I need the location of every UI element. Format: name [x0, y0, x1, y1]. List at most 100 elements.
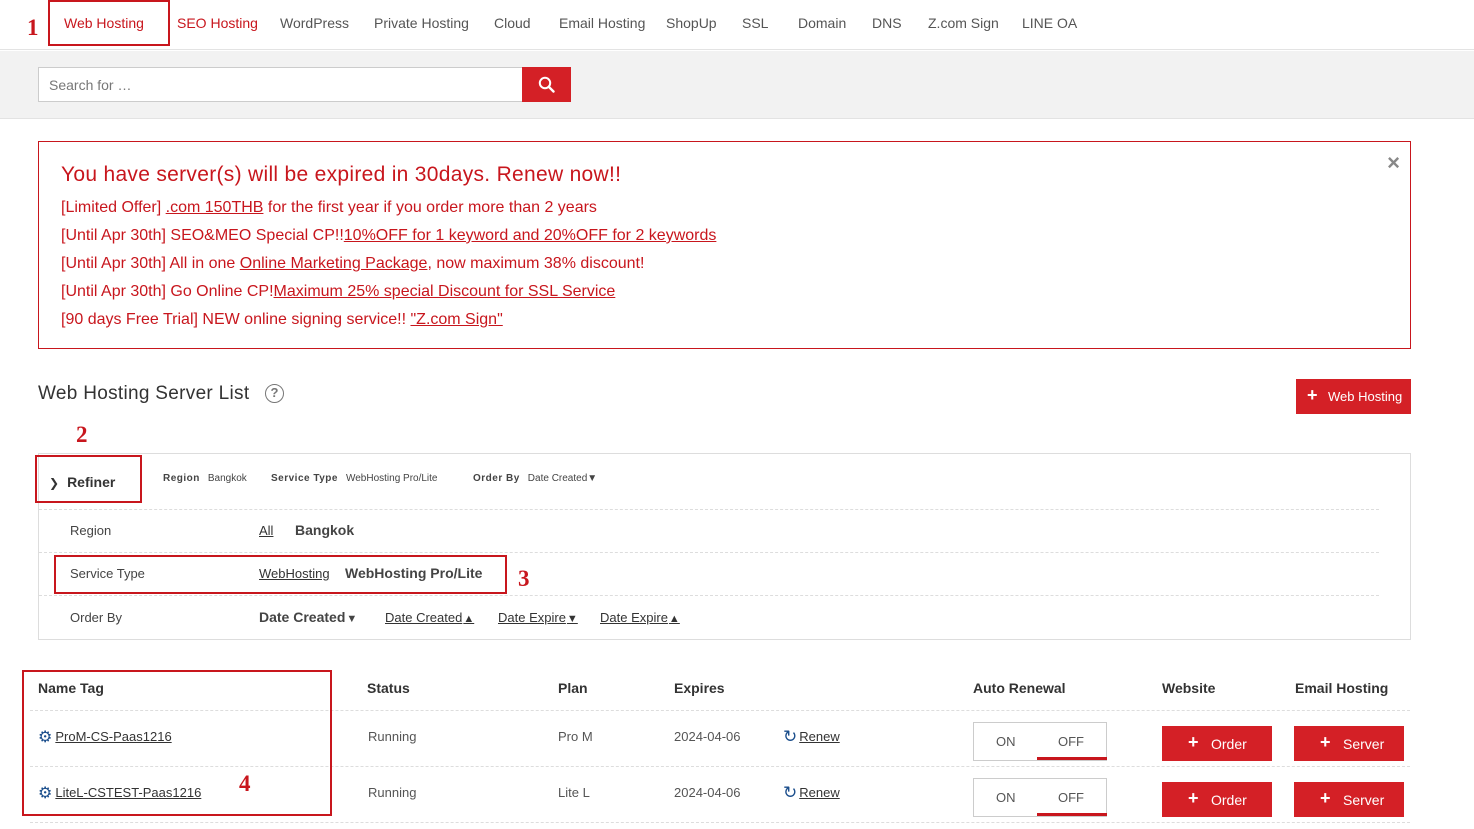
plus-icon: + — [1188, 788, 1199, 808]
nav-zcom-sign[interactable]: Z.com Sign — [928, 15, 999, 31]
annotation-number-4: 4 — [239, 771, 251, 796]
column-header-plan: Plan — [558, 680, 588, 696]
column-header-expires: Expires — [674, 680, 725, 696]
service-option-webhosting-pro-lite[interactable]: WebHosting Pro/Lite — [345, 565, 482, 581]
annotation-number-2: 2 — [76, 422, 88, 447]
nav-private-hosting[interactable]: Private Hosting — [374, 15, 469, 31]
nav-shopup[interactable]: ShopUp — [666, 15, 717, 31]
alert-line-text: [90 days Free Trial] NEW online signing … — [61, 311, 411, 328]
alert-line-2: [Until Apr 30th] SEO&MEO Special CP!!10%… — [61, 227, 716, 245]
auto-renewal-off[interactable]: OFF — [1058, 790, 1084, 805]
column-header-website: Website — [1162, 680, 1216, 696]
summary-region: Region Bangkok — [163, 473, 247, 484]
auto-renewal-on[interactable]: ON — [996, 790, 1016, 805]
service-option-webhosting[interactable]: WebHosting — [259, 566, 330, 581]
service-type-label: Service Type — [70, 566, 145, 581]
chevron-down-icon: ❯ — [49, 476, 60, 490]
server-name-link[interactable]: ⚙ ProM-CS-Paas1216 — [38, 727, 172, 747]
region-label: Region — [70, 523, 112, 538]
plan-cell: Lite L — [558, 785, 590, 800]
summary-order-by: Order By Date Created▼ — [473, 473, 597, 484]
order-by-label: Order By — [70, 610, 123, 625]
help-icon[interactable]: ? — [265, 384, 284, 403]
alert-line-4: [Until Apr 30th] Go Online CP!Maximum 25… — [61, 283, 615, 301]
nav-dns[interactable]: DNS — [872, 15, 902, 31]
nav-email-hosting[interactable]: Email Hosting — [559, 15, 645, 31]
expires-cell: 2024-04-06 — [674, 729, 741, 744]
divider — [39, 595, 1379, 596]
alert-line-text: , now maximum 38% discount! — [427, 255, 645, 272]
divider — [30, 822, 1410, 823]
website-order-button[interactable]: + Order — [1162, 782, 1272, 817]
order-date-created-asc[interactable]: Date Created — [385, 610, 474, 625]
alert-line-5: [90 days Free Trial] NEW online signing … — [61, 311, 503, 329]
column-header-status: Status — [367, 680, 410, 696]
search-bar — [0, 51, 1474, 119]
alert-link-ssl-discount[interactable]: Maximum 25% special Discount for SSL Ser… — [274, 283, 616, 300]
status-cell: Running — [368, 729, 417, 744]
alert-link-marketing-package[interactable]: Online Marketing Package — [240, 255, 428, 272]
summary-key: Service Type — [271, 473, 338, 484]
annotation-number-3: 3 — [518, 566, 530, 591]
auto-renewal-toggle: ON OFF — [973, 778, 1107, 817]
add-web-hosting-label: Web Hosting — [1328, 389, 1403, 404]
auto-renewal-toggle: ON OFF — [973, 722, 1107, 761]
close-icon[interactable]: × — [1387, 150, 1400, 176]
order-label: Order — [1211, 792, 1247, 808]
alert-link-zcom-sign[interactable]: "Z.com Sign" — [410, 311, 502, 328]
website-order-button[interactable]: + Order — [1162, 726, 1272, 761]
nav-web-hosting[interactable]: Web Hosting — [64, 15, 144, 31]
divider — [39, 509, 1379, 510]
nav-cloud[interactable]: Cloud — [494, 15, 531, 31]
order-date-expire-asc[interactable]: Date Expire — [600, 610, 680, 625]
server-label: Server — [1343, 792, 1385, 808]
order-label: Order — [1211, 736, 1247, 752]
renew-link[interactable]: ↻ Renew — [783, 783, 840, 803]
server-label: Server — [1343, 736, 1385, 752]
divider — [39, 552, 1379, 553]
gear-icon: ⚙ — [38, 785, 53, 802]
nav-wordpress[interactable]: WordPress — [280, 15, 349, 31]
region-option-all[interactable]: All — [259, 523, 273, 538]
nav-seo-hosting[interactable]: SEO Hosting — [177, 15, 258, 31]
alert-link-com-offer[interactable]: .com 150THB — [166, 199, 264, 216]
order-date-expire-desc[interactable]: Date Expire — [498, 610, 578, 625]
alert-line-text: for the first year if you order more tha… — [263, 199, 597, 216]
renew-label: Renew — [799, 785, 840, 800]
expires-cell: 2024-04-06 — [674, 785, 741, 800]
summary-key: Region — [163, 473, 200, 484]
summary-service-type: Service Type WebHosting Pro/Lite — [271, 473, 438, 484]
renew-link[interactable]: ↻ Renew — [783, 727, 840, 747]
plus-icon: + — [1320, 788, 1331, 808]
nav-domain[interactable]: Domain — [798, 15, 846, 31]
status-cell: Running — [368, 785, 417, 800]
search-button[interactable] — [522, 67, 571, 102]
search-input[interactable] — [38, 67, 523, 102]
summary-value: Bangkok — [207, 473, 247, 484]
plus-icon: + — [1320, 732, 1331, 752]
refiner-toggle[interactable]: ❯ Refiner — [49, 474, 115, 490]
alert-line-1: [Limited Offer] .com 150THB for the firs… — [61, 199, 597, 217]
alert-link-seo-meo[interactable]: 10%OFF for 1 keyword and 20%OFF for 2 ke… — [344, 227, 717, 244]
alert-line-3: [Until Apr 30th] All in one Online Marke… — [61, 255, 644, 273]
refresh-icon: ↻ — [783, 783, 798, 802]
email-server-button[interactable]: + Server — [1294, 782, 1404, 817]
renew-label: Renew — [799, 729, 840, 744]
nav-ssl[interactable]: SSL — [742, 15, 768, 31]
plus-icon: + — [1188, 732, 1199, 752]
gear-icon: ⚙ — [38, 729, 53, 746]
auto-renewal-off[interactable]: OFF — [1058, 734, 1084, 749]
email-server-button[interactable]: + Server — [1294, 726, 1404, 761]
refiner-panel: ❯ Refiner Region Bangkok Service Type WebHo… — [38, 453, 1411, 640]
expiry-alert: You have server(s) will be expired in 30… — [38, 141, 1411, 349]
order-date-created-desc[interactable]: Date Created — [259, 609, 357, 625]
region-option-bangkok[interactable]: Bangkok — [295, 522, 354, 538]
annotation-number-1: 1 — [27, 15, 39, 40]
alert-line-text: [Until Apr 30th] SEO&MEO Special CP!! — [61, 227, 344, 244]
auto-renewal-on[interactable]: ON — [996, 734, 1016, 749]
nav-line-oa[interactable]: LINE OA — [1022, 15, 1077, 31]
toggle-selected-indicator — [1037, 757, 1107, 760]
server-name-link[interactable]: ⚙ LiteL-CSTEST-Paas1216 — [38, 783, 201, 803]
add-web-hosting-button[interactable]: + Web Hosting — [1296, 379, 1411, 414]
column-header-auto-renewal: Auto Renewal — [973, 680, 1066, 696]
